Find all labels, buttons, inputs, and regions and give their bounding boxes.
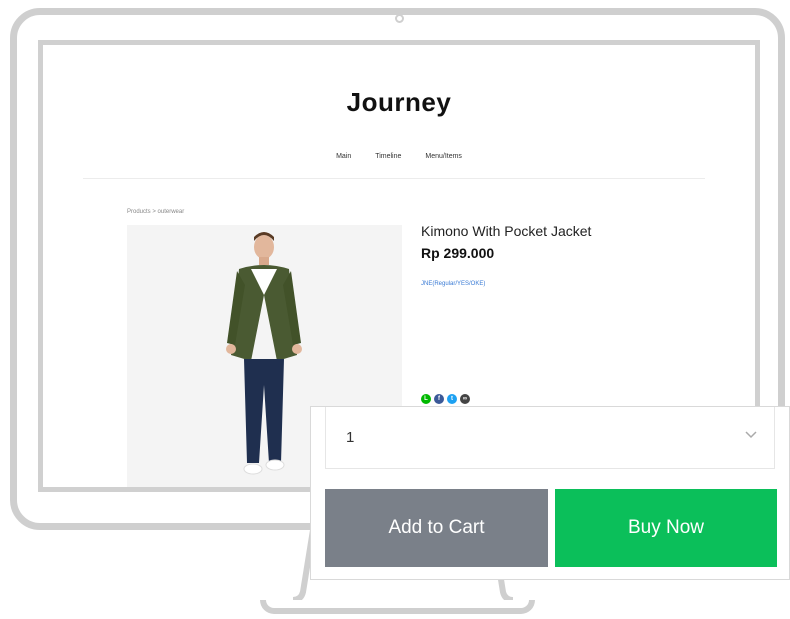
nav-item-timeline[interactable]: Timeline <box>375 153 401 160</box>
purchase-panel: 1 Add to Cart Buy Now <box>310 406 790 580</box>
facebook-icon[interactable]: f <box>434 394 444 404</box>
quantity-select[interactable]: 1 <box>325 407 775 469</box>
main-nav: Main Timeline Menu/Items <box>43 153 755 160</box>
product-price: Rp 299.000 <box>421 245 495 261</box>
share-icons: L f t ∞ <box>421 394 470 404</box>
nav-item-menu-items[interactable]: Menu/Items <box>425 153 462 160</box>
buy-now-button[interactable]: Buy Now <box>555 489 777 567</box>
nav-divider <box>83 178 705 179</box>
line-icon[interactable]: L <box>421 394 431 404</box>
twitter-icon[interactable]: t <box>447 394 457 404</box>
share-link-icon[interactable]: ∞ <box>460 394 470 404</box>
chevron-down-icon <box>745 431 757 439</box>
add-to-cart-button[interactable]: Add to Cart <box>325 489 548 567</box>
product-name: Kimono With Pocket Jacket <box>421 223 592 239</box>
quantity-value: 1 <box>346 429 355 446</box>
nav-item-main[interactable]: Main <box>336 153 351 160</box>
monitor-base <box>260 600 535 614</box>
site-title: Journey <box>346 87 452 117</box>
shipping-options[interactable]: JNE(Regular/YES/OKE) <box>421 281 485 287</box>
webcam-dot <box>395 14 404 23</box>
breadcrumb[interactable]: Products > outerwear <box>127 209 184 215</box>
